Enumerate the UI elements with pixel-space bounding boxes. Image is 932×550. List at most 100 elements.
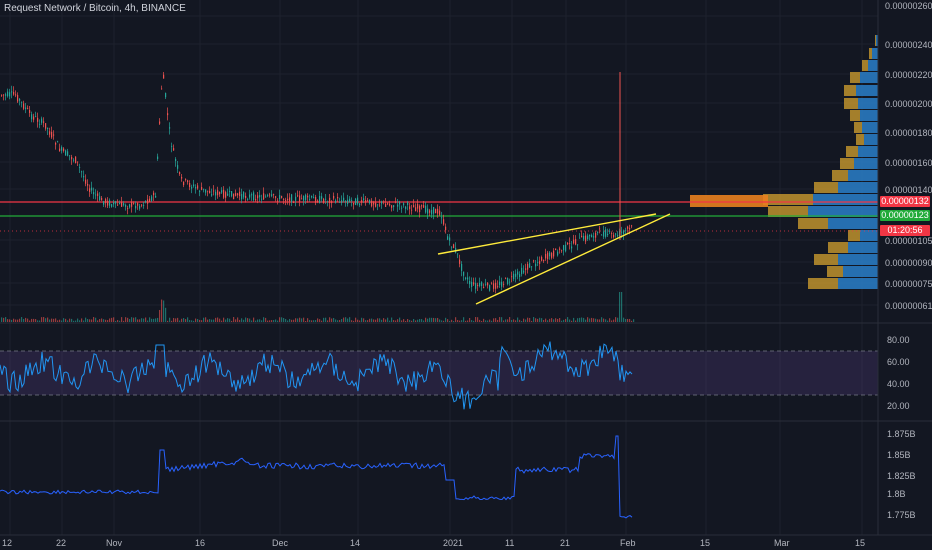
- candle-body: [629, 228, 631, 230]
- volume-bar: [21, 317, 23, 322]
- candle-body: [621, 231, 623, 233]
- volume-bar: [447, 319, 449, 322]
- volume-bar: [603, 318, 605, 322]
- candle-body: [271, 194, 273, 197]
- rsi-tick: 20.00: [887, 401, 910, 411]
- indicator-axis[interactable]: 1.875B 1.85B 1.825B 1.8B 1.775B: [887, 429, 916, 520]
- candle-body: [535, 263, 537, 267]
- chart-title[interactable]: Request Network / Bitcoin, 4h, BINANCE: [4, 3, 186, 14]
- candle-body: [159, 121, 161, 124]
- candle-body: [207, 190, 209, 192]
- volume-bar: [379, 318, 381, 322]
- candle-body: [553, 250, 555, 257]
- volume-bar: [631, 320, 633, 322]
- candle-body: [213, 190, 215, 192]
- candle-body: [487, 282, 489, 286]
- volume-bar: [521, 320, 523, 322]
- candle-body: [145, 200, 147, 203]
- volume-bar: [529, 317, 531, 322]
- candle-body: [513, 273, 515, 280]
- volume-bar: [451, 319, 453, 322]
- candle-body: [601, 234, 603, 236]
- candle-body: [527, 263, 529, 270]
- candle-body: [143, 204, 145, 206]
- volume-bar: [385, 319, 387, 322]
- volume-bar: [317, 318, 319, 322]
- candle-body: [39, 123, 41, 125]
- candle-body: [301, 198, 303, 200]
- supply-indicator-line: [0, 435, 633, 519]
- candle-body: [533, 260, 535, 262]
- rsi-tick: 40.00: [887, 379, 910, 389]
- volume-bar: [325, 317, 327, 322]
- candle-body: [407, 202, 409, 206]
- volume-bar: [129, 319, 131, 322]
- candle-body: [149, 198, 151, 202]
- volume-bar: [231, 320, 233, 322]
- candle-body: [133, 203, 135, 205]
- trading-chart[interactable]: 0.00000260 0.00000240 0.00000220 0.00000…: [0, 0, 932, 550]
- volume-bar: [221, 320, 223, 322]
- volume-bar: [157, 317, 159, 322]
- volume-bar: [331, 318, 333, 322]
- volume-bar: [19, 318, 21, 322]
- volume-bar: [45, 318, 47, 322]
- volume-bar: [321, 320, 323, 322]
- candle-body: [489, 285, 491, 291]
- volume-bar: [279, 317, 281, 322]
- volume-bar: [3, 317, 5, 322]
- volume-bar: [35, 319, 37, 322]
- candle-body: [567, 242, 569, 245]
- volume-bar: [49, 319, 51, 322]
- volume-bar: [623, 317, 625, 322]
- volume-bar: [377, 318, 379, 322]
- price-axis[interactable]: 0.00000260 0.00000240 0.00000220 0.00000…: [885, 1, 932, 311]
- wedge-lower-trendline[interactable]: [475, 213, 671, 305]
- candle-body: [419, 205, 421, 213]
- volume-bar: [235, 319, 237, 322]
- candle-body: [55, 142, 57, 145]
- volume-bar: [105, 319, 107, 322]
- candle-body: [409, 206, 411, 210]
- volume-bar: [175, 318, 177, 322]
- candle-body: [565, 244, 567, 252]
- candle-body: [155, 195, 157, 198]
- volume-bar: [347, 318, 349, 322]
- support-price-tag: 0.00000123: [880, 210, 930, 221]
- candle-body: [543, 260, 545, 262]
- volume-bar: [437, 317, 439, 322]
- candle-body: [247, 199, 249, 200]
- candle-body: [117, 204, 119, 206]
- volume-bar: [189, 320, 191, 322]
- volume-bar: [373, 319, 375, 322]
- candle-body: [345, 200, 347, 203]
- candle-body: [113, 202, 115, 205]
- candle-body: [391, 205, 393, 208]
- candle-body: [75, 156, 77, 164]
- price-tick: 0.00000061: [885, 301, 932, 311]
- volume-bar: [389, 320, 391, 322]
- candle-body: [421, 205, 423, 207]
- volume-bar: [535, 318, 537, 322]
- time-label: Mar: [774, 538, 790, 548]
- candle-body: [65, 150, 67, 156]
- volume-bar: [455, 317, 457, 322]
- candle-body: [501, 281, 503, 287]
- volume-bar: [351, 320, 353, 322]
- candle-body: [517, 271, 519, 275]
- volume-bar: [13, 318, 15, 322]
- volume-bar: [453, 320, 455, 322]
- volume-profile-bar: [814, 254, 838, 265]
- volume-bar: [243, 319, 245, 322]
- volume-bar: [253, 317, 255, 322]
- volume-bar: [563, 319, 565, 322]
- candle-body: [227, 193, 229, 196]
- candle-body: [9, 92, 11, 97]
- candle-body: [41, 118, 43, 123]
- candle-body: [23, 103, 25, 109]
- rsi-axis[interactable]: 80.00 60.00 40.00 20.00: [887, 335, 910, 411]
- volume-bar: [519, 319, 521, 322]
- time-axis[interactable]: 12 22 Nov 16 Dec 14 2021 11 21 Feb 15 Ma…: [2, 538, 865, 548]
- candle-body: [371, 200, 373, 207]
- volume-profile-bar: [838, 254, 878, 265]
